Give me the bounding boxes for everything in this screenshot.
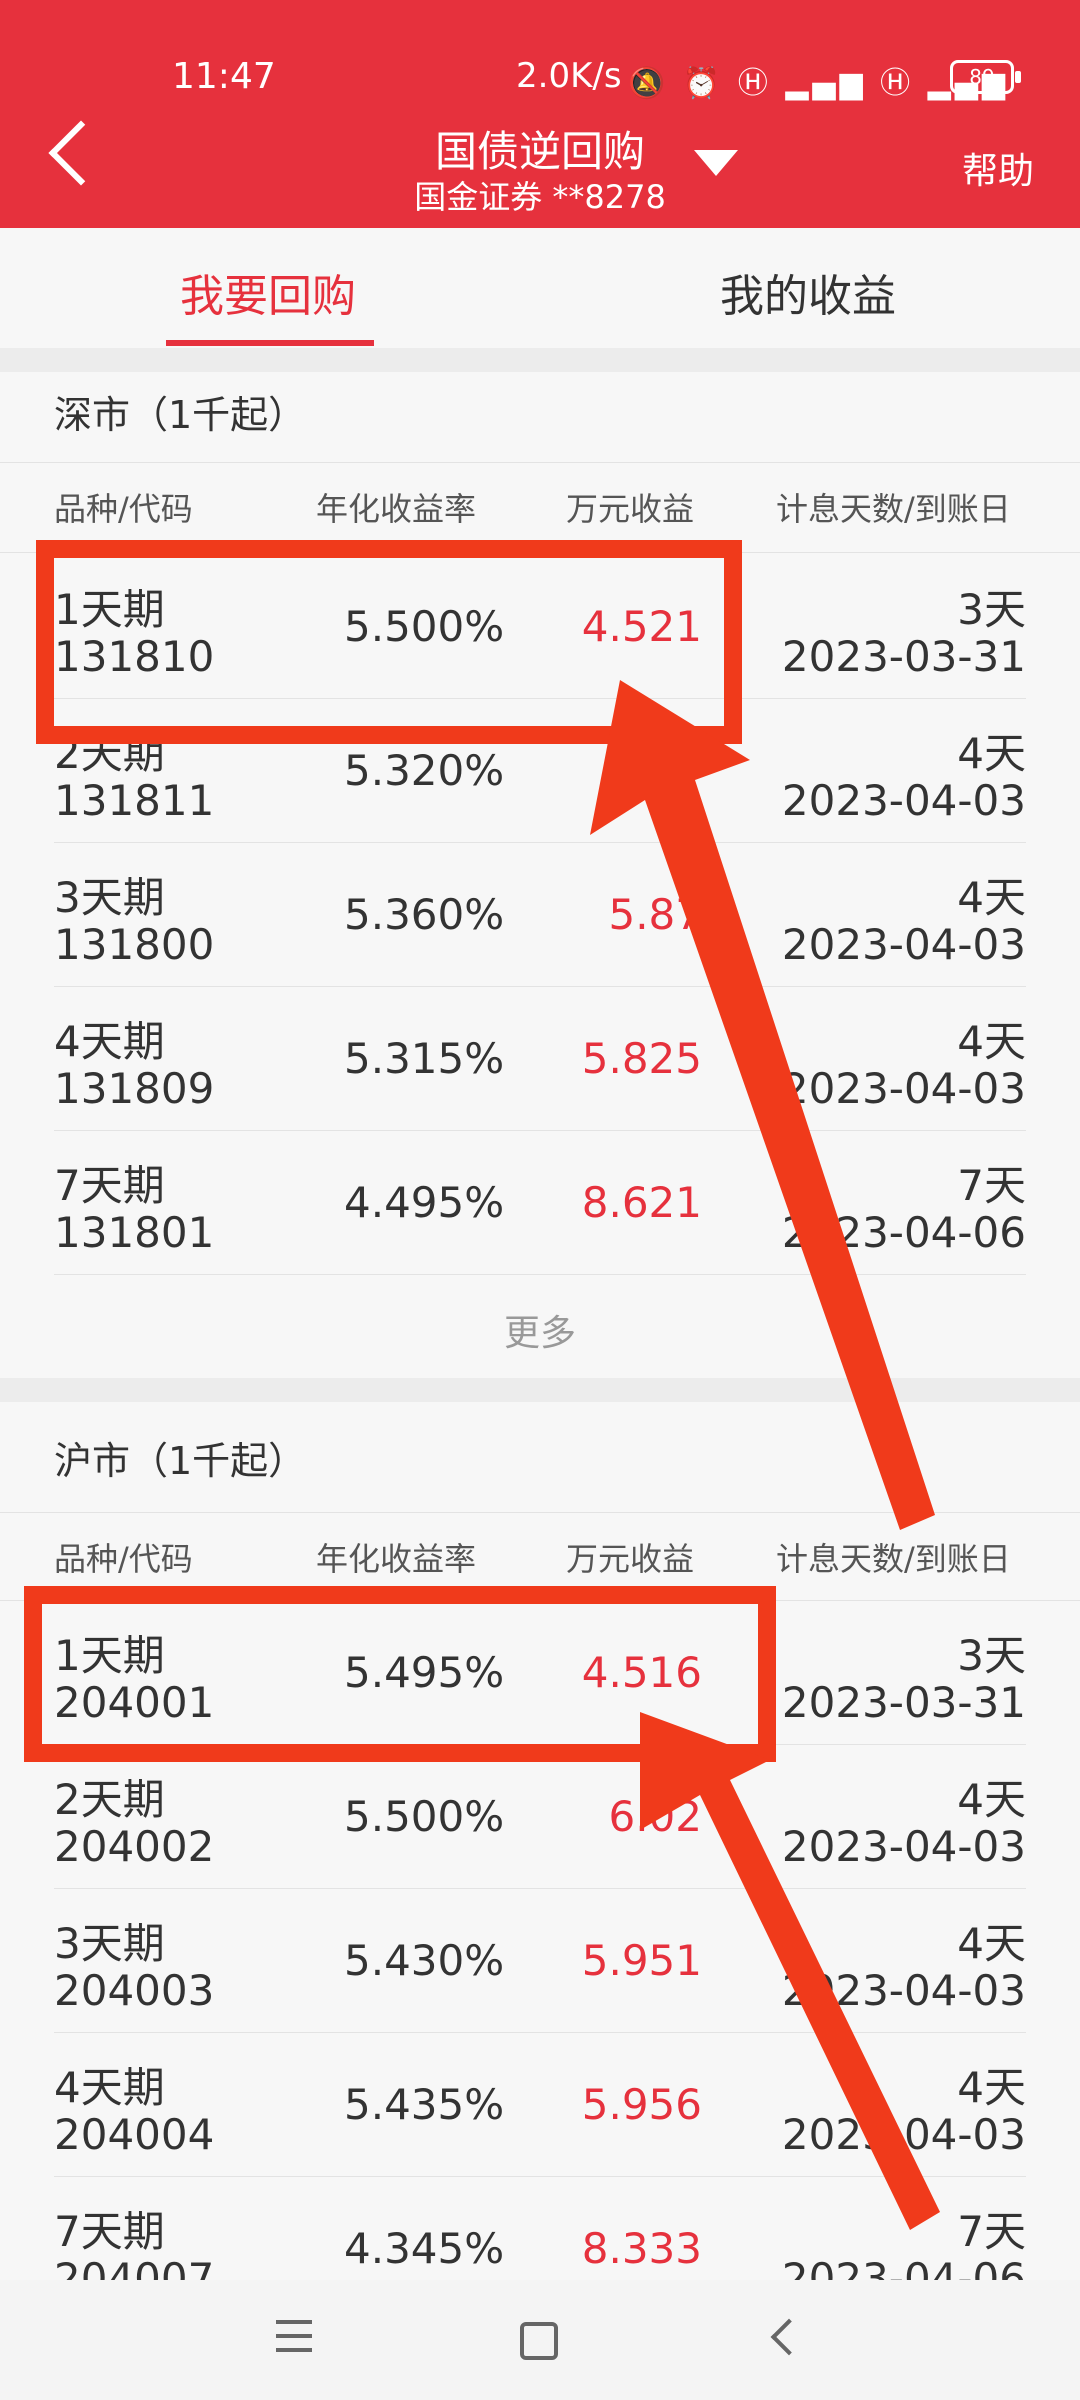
interest-days: 4天 <box>957 1775 1026 1824</box>
interest-days: 4天 <box>957 1017 1026 1066</box>
annual-rate: 5.320% <box>344 746 505 795</box>
table-row[interactable]: 2天期 204002 5.500% 6.02 4天 2023-04-03 <box>54 1744 1026 1889</box>
income-per-10k: 5.951 <box>581 1936 702 1985</box>
app-header: 11:47 2.0K/s 🔕 ⏰ Ⓗ ▂▄▆ Ⓗ ▂▄▆ 89 国债逆回购 国金… <box>0 0 1080 228</box>
table-row[interactable]: 7天期 204007 4.345% 8.333 7天 2023-04-06 <box>54 2176 1026 2280</box>
income-per-10k: 5.825 <box>581 1034 702 1083</box>
active-tab-indicator <box>166 340 374 346</box>
settlement-date: 2023-04-03 <box>781 1064 1026 1113</box>
product-code: 204003 <box>54 1966 215 2015</box>
shanghai-section: 沪市（1千起） 品种/代码 年化收益率 万元收益 计息天数/到账日 1天期 20… <box>0 1402 1080 2280</box>
annual-rate: 5.435% <box>344 2080 505 2129</box>
tab-bar: 我要回购 我的收益 <box>0 228 1080 349</box>
interest-days: 7天 <box>957 1161 1026 1210</box>
column-header-days: 计息天数/到账日 <box>776 1540 1011 1578</box>
column-header-income: 万元收益 <box>566 1540 695 1578</box>
product-code: 131809 <box>54 1064 215 1113</box>
table-row[interactable]: 4天期 204004 5.435% 5.956 4天 2023-04-03 <box>54 2032 1026 2177</box>
product-code: 131801 <box>54 1208 215 1257</box>
table-row[interactable]: 7天期 131801 4.495% 8.621 7天 2023-04-06 <box>54 1130 1026 1275</box>
table-row[interactable]: 3天期 204003 5.430% 5.951 4天 2023-04-03 <box>54 1888 1026 2033</box>
product-code: 204002 <box>54 1822 215 1871</box>
separator <box>0 1512 1080 1513</box>
interest-days: 3天 <box>957 1631 1026 1680</box>
product-name: 7天期 <box>54 1161 165 1210</box>
product-code: 131800 <box>54 920 215 969</box>
signal-4g-icon: ▂▄▆ <box>785 66 867 101</box>
network-speed: 2.0K/s <box>516 56 622 96</box>
home-icon[interactable] <box>520 2322 558 2360</box>
settlement-date: 2023-04-03 <box>781 776 1026 825</box>
hd-icon: Ⓗ <box>737 66 772 101</box>
section-divider <box>0 1378 1080 1402</box>
column-header-product: 品种/代码 <box>54 490 193 528</box>
product-name: 3天期 <box>54 1919 165 1968</box>
interest-days: 3天 <box>957 585 1026 634</box>
section-divider <box>0 348 1080 372</box>
product-name: 7天期 <box>54 2207 165 2256</box>
settlement-date: 2023-04-03 <box>781 2110 1026 2159</box>
annual-rate: 5.315% <box>344 1034 505 1083</box>
product-name: 2天期 <box>54 1775 165 1824</box>
annual-rate: 5.500% <box>344 1792 505 1841</box>
interest-days: 4天 <box>957 2063 1026 2112</box>
product-code: 204004 <box>54 2110 215 2159</box>
product-code: 131811 <box>54 776 215 825</box>
column-header-days: 计息天数/到账日 <box>776 490 1011 528</box>
annual-rate: 4.495% <box>344 1178 505 1227</box>
highlight-box-shenzhen <box>36 540 742 744</box>
settlement-date: 2023-04-03 <box>781 920 1026 969</box>
menu-icon[interactable] <box>276 2320 312 2362</box>
system-nav-bar <box>0 2280 1080 2400</box>
annual-rate: 4.345% <box>344 2224 505 2273</box>
dropdown-triangle-icon[interactable] <box>694 150 738 176</box>
income-per-10k: 8.333 <box>581 2224 702 2273</box>
tab-buyback[interactable]: 我要回购 <box>180 260 356 324</box>
tab-my-earnings[interactable]: 我的收益 <box>720 260 896 324</box>
settlement-date: 2023-04-03 <box>781 1822 1026 1871</box>
interest-days: 4天 <box>957 729 1026 778</box>
product-code: 204007 <box>54 2254 215 2280</box>
hd-icon: Ⓗ <box>880 66 915 101</box>
column-header-income: 万元收益 <box>566 490 695 528</box>
alarm-icon: ⏰ <box>682 66 725 101</box>
column-header-product: 品种/代码 <box>54 1540 193 1578</box>
income-per-10k: 5.956 <box>581 2080 702 2129</box>
settlement-date: 2023-03-31 <box>781 632 1026 681</box>
column-header-rate: 年化收益率 <box>316 490 477 528</box>
product-name: 3天期 <box>54 873 165 922</box>
section-title-shanghai: 沪市（1千起） <box>54 1439 307 1483</box>
product-name: 4天期 <box>54 2063 165 2112</box>
column-header-rate: 年化收益率 <box>316 1540 477 1578</box>
interest-days: 4天 <box>957 873 1026 922</box>
shenzhen-section: 深市（1千起） 品种/代码 年化收益率 万元收益 计息天数/到账日 1天期 13… <box>0 372 1080 1378</box>
settlement-date: 2023-03-31 <box>781 1678 1026 1727</box>
more-button[interactable]: 更多 <box>0 1304 1080 1356</box>
separator <box>0 462 1080 463</box>
settlement-date: 2023-04-06 <box>781 2254 1026 2280</box>
status-bar: 11:47 2.0K/s 🔕 ⏰ Ⓗ ▂▄▆ Ⓗ ▂▄▆ 89 <box>0 50 1080 102</box>
settlement-date: 2023-04-06 <box>781 1208 1026 1257</box>
account-subtitle[interactable]: 国金证券 **8278 <box>0 172 1080 218</box>
status-time: 11:47 <box>172 56 276 97</box>
income-per-10k: 6.02 <box>608 1792 702 1841</box>
table-row[interactable]: 3天期 131800 5.360% 5.87 4天 2023-04-03 <box>54 842 1026 987</box>
battery-icon: 89 <box>950 60 1021 94</box>
interest-days: 7天 <box>957 2207 1026 2256</box>
help-button[interactable]: 帮助 <box>962 142 1034 194</box>
mute-icon: 🔕 <box>628 66 670 101</box>
back-nav-icon[interactable] <box>770 2318 808 2356</box>
income-per-10k: 8.621 <box>581 1178 702 1227</box>
product-name: 4天期 <box>54 1017 165 1066</box>
highlight-box-shanghai <box>24 1586 776 1762</box>
table-row[interactable]: 4天期 131809 5.315% 5.825 4天 2023-04-03 <box>54 986 1026 1131</box>
settlement-date: 2023-04-03 <box>781 1966 1026 2015</box>
interest-days: 4天 <box>957 1919 1026 1968</box>
annual-rate: 5.360% <box>344 890 505 939</box>
section-title-shenzhen: 深市（1千起） <box>54 393 307 437</box>
page-title: 国债逆回购 <box>434 127 645 176</box>
annual-rate: 5.430% <box>344 1936 505 1985</box>
income-per-10k: 5.87 <box>608 890 702 939</box>
